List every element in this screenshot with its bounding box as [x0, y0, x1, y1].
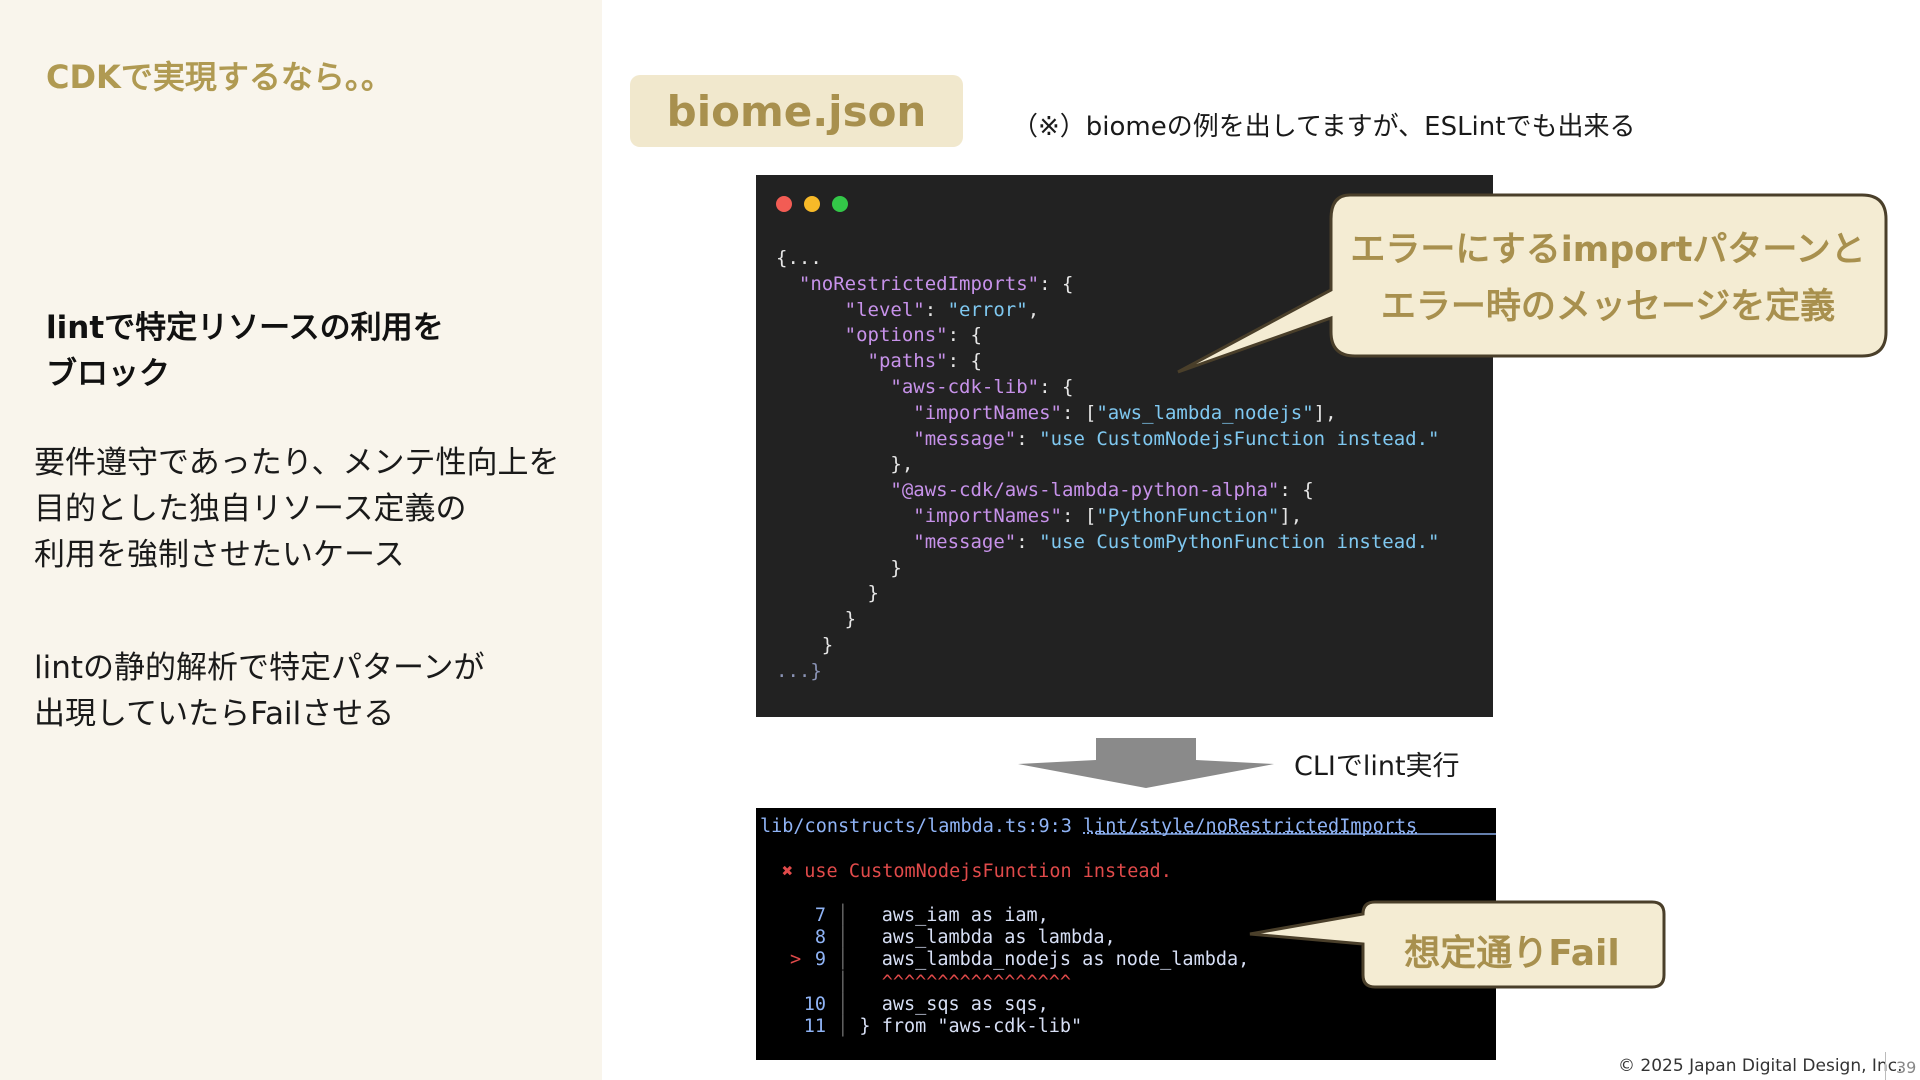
callout-definition: エラーにするimportパターンと エラー時のメッセージを定義: [1334, 222, 1882, 336]
error-x-icon: ✖: [782, 861, 794, 882]
cli-label: CLIでlint実行: [1294, 751, 1460, 782]
down-arrow-icon: [1018, 738, 1274, 788]
line-marker-active: >: [790, 949, 802, 971]
code-message-key-2: "message": [913, 530, 1017, 553]
line-number: 11: [803, 1016, 826, 1038]
paragraph1-line-3: 利用を強制させたいケース: [34, 537, 405, 573]
code-message-key: "message": [913, 427, 1017, 450]
minimize-dot-icon: [804, 196, 820, 212]
code-path2-message: "use CustomPythonFunction instead.": [1039, 530, 1440, 553]
file-badge: biome.json: [630, 75, 963, 147]
paragraph1-line-1: 要件遵守であったり、メンテ性向上を: [34, 445, 560, 481]
heading: lintで特定リソースの利用を ブロック: [46, 305, 444, 397]
callout-definition-line-1: エラーにするimportパターンと: [1350, 230, 1866, 270]
paragraph2-line-2: 出現していたらFailさせる: [34, 696, 395, 732]
code-path2-import: "PythonFunction": [1096, 504, 1280, 527]
page-number: 39: [1896, 1058, 1917, 1077]
code-path1-import: "aws_lambda_nodejs": [1096, 401, 1314, 424]
close-dot-icon: [776, 196, 792, 212]
callout-definition-line-2: エラー時のメッセージを定義: [1380, 287, 1836, 327]
line-number: 7: [814, 905, 826, 926]
code-import-names-key: "importNames": [913, 401, 1062, 424]
code-options-key: "options": [844, 324, 948, 347]
code-open: {...: [776, 247, 822, 269]
code-line: } from "aws-cdk-lib": [859, 1016, 1083, 1038]
code-line: aws_sqs as sqs,: [881, 993, 1049, 1015]
footer-copyright: © 2025 Japan Digital Design, Inc.: [1618, 1056, 1903, 1076]
terminal-file-path: lib/constructs/lambda.ts:9:3: [760, 816, 1072, 837]
heading-line-2: ブロック: [46, 356, 170, 392]
heading-line-1: lintで特定リソースの利用を: [46, 310, 444, 346]
line-number: 10: [803, 993, 826, 1015]
error-squiggle: ^^^^^^^^^^^^^^^^^: [881, 971, 1072, 993]
code-rule-key: "noRestrictedImports": [798, 272, 1040, 295]
terminal-header-rule: [1096, 833, 1496, 835]
code-path1-key: "aws-cdk-lib": [890, 375, 1040, 398]
terminal-error-message: use CustomNodejsFunction instead.: [804, 861, 1172, 882]
maximize-dot-icon: [832, 196, 848, 212]
paragraph2-line-1: lintの静的解析で特定パターンが: [34, 650, 485, 686]
code-import-names-key-2: "importNames": [913, 504, 1062, 527]
code-level-value: "error": [947, 298, 1028, 321]
terminal-code-snippet: 7 │ aws_iam as iam, 8 │ aws_lambda as la…: [790, 905, 1250, 1038]
code-level-key: "level": [844, 298, 925, 321]
code-paths-key: "paths": [867, 350, 948, 373]
paragraph1-line-2: 目的とした独自リソース定義の: [34, 491, 467, 527]
line-number: 8: [814, 927, 826, 949]
paragraph-requirements: 要件遵守であったり、メンテ性向上を 目的とした独自リソース定義の 利用を強制させ…: [34, 440, 559, 578]
code-line: aws_iam as iam,: [881, 905, 1049, 926]
paragraph-static-analysis: lintの静的解析で特定パターンが 出現していたらFailさせる: [34, 645, 484, 737]
slide-title: CDKで実現するなら。。: [46, 58, 393, 96]
code-line: aws_lambda as lambda,: [881, 927, 1116, 949]
code-path1-message: "use CustomNodejsFunction instead.": [1039, 427, 1440, 450]
callout-fail: 想定通りFail: [1404, 933, 1620, 974]
footer-divider: [1885, 1052, 1886, 1080]
code-path2-key: "@aws-cdk/aws-lambda-python-alpha": [890, 479, 1280, 502]
tool-note: （※）biomeの例を出してますが、ESLintでも出来る: [1012, 112, 1636, 142]
code-close: ...}: [776, 659, 822, 682]
code-line: aws_lambda_nodejs as node_lambda,: [881, 949, 1250, 971]
terminal-error: ✖ use CustomNodejsFunction instead.: [782, 861, 1172, 882]
